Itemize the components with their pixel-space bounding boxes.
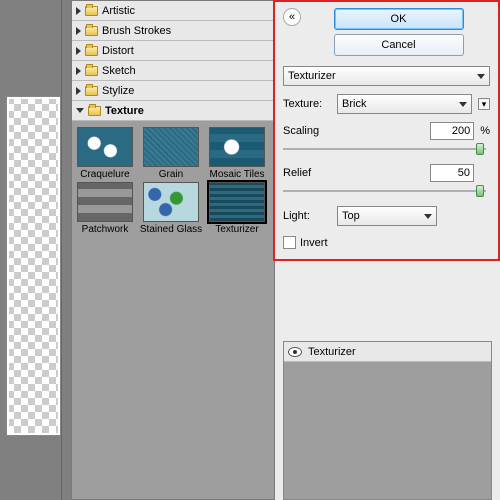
thumb-label: Stained Glass	[140, 224, 202, 235]
settings-highlight: « OK Cancel Texturizer Texture: Brick	[273, 0, 500, 261]
thumb-mosaic-tiles[interactable]: Mosaic Tiles	[208, 127, 266, 180]
collapse-icon: «	[289, 12, 295, 23]
folder-icon	[85, 26, 98, 36]
chevron-right-icon	[76, 7, 81, 15]
folder-icon	[88, 106, 101, 116]
thumb-image	[209, 127, 265, 167]
settings-column: « OK Cancel Texturizer Texture: Brick	[275, 0, 500, 500]
canvas-area	[0, 0, 61, 500]
light-label: Light:	[283, 210, 331, 222]
chevron-down-icon	[459, 102, 467, 107]
thumb-image	[143, 127, 199, 167]
scaling-unit: %	[480, 125, 490, 137]
category-label: Distort	[102, 45, 134, 57]
layers-preview-panel: Texturizer	[283, 341, 492, 500]
light-value: Top	[342, 210, 360, 222]
folder-icon	[85, 6, 98, 16]
category-label: Brush Strokes	[102, 25, 171, 37]
chevron-down-icon	[424, 214, 432, 219]
chevron-down-icon	[76, 108, 84, 113]
category-distort[interactable]: Distort	[72, 41, 274, 61]
texture-dropdown[interactable]: Brick	[337, 94, 472, 114]
cancel-button[interactable]: Cancel	[334, 34, 464, 56]
invert-label: Invert	[300, 237, 328, 249]
slider-thumb[interactable]	[476, 185, 484, 197]
thumb-image	[209, 182, 265, 222]
thumb-image	[77, 182, 133, 222]
thumb-stained-glass[interactable]: Stained Glass	[142, 182, 200, 235]
collapse-button[interactable]: «	[283, 8, 301, 26]
texture-menu-button[interactable]: ▾	[478, 98, 490, 110]
panel-gap	[61, 0, 71, 500]
canvas-checkerboard	[6, 96, 61, 436]
chevron-right-icon	[76, 87, 81, 95]
relief-input[interactable]: 50	[430, 164, 474, 182]
category-artistic[interactable]: Artistic	[72, 1, 274, 21]
texture-label: Texture:	[283, 98, 331, 110]
folder-icon	[85, 86, 98, 96]
invert-checkbox[interactable]	[283, 236, 296, 249]
eye-icon[interactable]	[288, 347, 302, 357]
scaling-input[interactable]: 200	[430, 122, 474, 140]
thumb-label: Mosaic Tiles	[209, 169, 264, 180]
category-texture[interactable]: Texture	[72, 101, 274, 121]
texture-value: Brick	[342, 98, 366, 110]
category-label: Stylize	[102, 85, 134, 97]
thumbnail-grid: Craquelure Grain Mosaic Tiles Patchwork …	[72, 121, 274, 499]
relief-label: Relief	[283, 167, 331, 179]
folder-icon	[85, 46, 98, 56]
category-label: Sketch	[102, 65, 136, 77]
light-dropdown[interactable]: Top	[337, 206, 437, 226]
chevron-right-icon	[76, 67, 81, 75]
relief-slider[interactable]	[283, 190, 486, 192]
thumb-texturizer[interactable]: Texturizer	[208, 182, 266, 235]
folder-icon	[85, 66, 98, 76]
thumb-label: Grain	[159, 169, 183, 180]
filter-gallery-panel: Artistic Brush Strokes Distort Sketch St…	[71, 0, 275, 500]
chevron-down-icon	[477, 74, 485, 79]
scaling-label: Scaling	[283, 125, 331, 137]
thumb-label: Texturizer	[215, 224, 258, 235]
thumb-label: Craquelure	[80, 169, 129, 180]
scaling-slider[interactable]	[283, 148, 486, 150]
ok-button[interactable]: OK	[334, 8, 464, 30]
preview-header[interactable]: Texturizer	[284, 342, 491, 362]
slider-thumb[interactable]	[476, 143, 484, 155]
thumb-image	[143, 182, 199, 222]
thumb-patchwork[interactable]: Patchwork	[76, 182, 134, 235]
category-brush-strokes[interactable]: Brush Strokes	[72, 21, 274, 41]
preview-title: Texturizer	[308, 346, 356, 358]
category-sketch[interactable]: Sketch	[72, 61, 274, 81]
thumb-grain[interactable]: Grain	[142, 127, 200, 180]
thumb-craquelure[interactable]: Craquelure	[76, 127, 134, 180]
chevron-right-icon	[76, 47, 81, 55]
filter-name-dropdown[interactable]: Texturizer	[283, 66, 490, 86]
filter-name-label: Texturizer	[288, 70, 336, 82]
thumb-label: Patchwork	[82, 224, 129, 235]
thumb-image	[77, 127, 133, 167]
category-label: Artistic	[102, 5, 135, 17]
category-label: Texture	[105, 105, 144, 117]
category-stylize[interactable]: Stylize	[72, 81, 274, 101]
chevron-right-icon	[76, 27, 81, 35]
